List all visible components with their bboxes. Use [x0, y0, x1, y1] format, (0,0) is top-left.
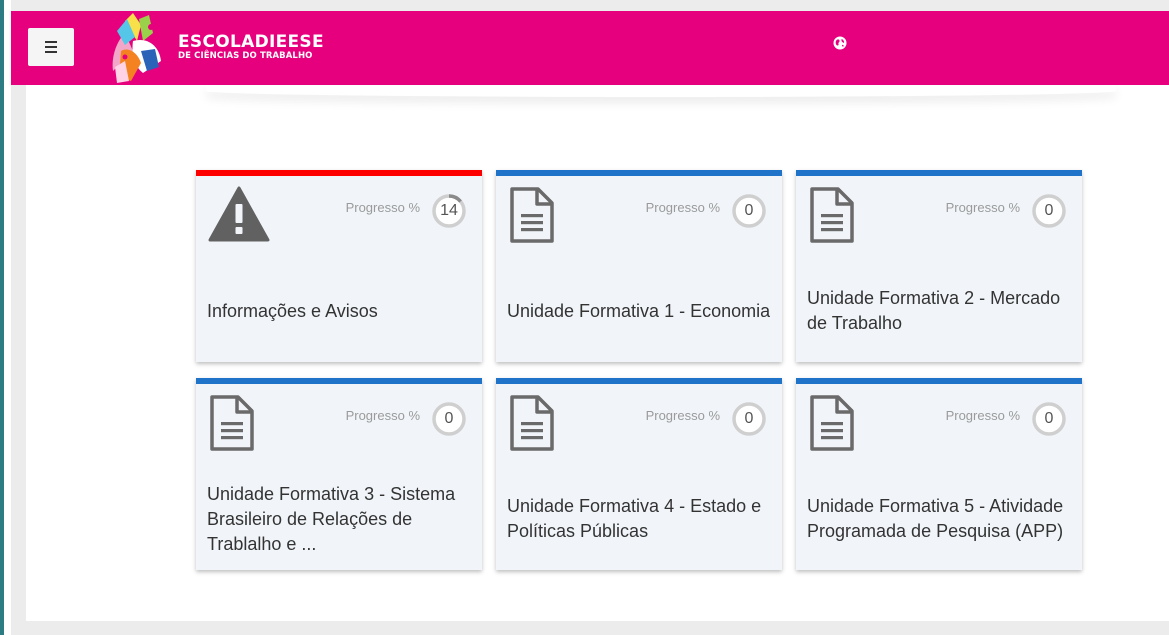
- progress-label: Progresso %: [345, 408, 420, 423]
- card-accent-line: [196, 170, 482, 176]
- card-title[interactable]: Unidade Formativa 5 - Atividade Programa…: [807, 474, 1074, 564]
- document-icon: [508, 394, 556, 457]
- progress-label: Progresso %: [645, 408, 720, 423]
- course-card[interactable]: Progresso % 0 Unidade Formativa 5 - Ativ…: [796, 378, 1082, 570]
- card-accent-line: [496, 170, 782, 176]
- course-card[interactable]: Progresso % 14 Informações e Avisos: [196, 170, 482, 362]
- progress-value: 0: [1044, 410, 1054, 427]
- card-accent-line: [796, 170, 1082, 176]
- menu-button[interactable]: [28, 28, 74, 66]
- card-accent-line: [796, 378, 1082, 384]
- document-icon: [208, 394, 256, 457]
- progress-label: Progresso %: [345, 200, 420, 215]
- left-border: [0, 0, 11, 635]
- card-title[interactable]: Unidade Formativa 1 - Economia: [507, 266, 774, 356]
- course-card[interactable]: Progresso % 0 Unidade Formativa 3 - Sist…: [196, 378, 482, 570]
- brand-main: ESCOLADIEESE: [178, 32, 324, 52]
- top-bar: ESCOLADIEESE DE CIÊNCIAS DO TRABALHO: [11, 11, 1169, 85]
- globe-icon[interactable]: [833, 36, 847, 50]
- document-icon: [808, 186, 856, 249]
- course-card[interactable]: Progresso % 0 Unidade Formativa 2 - Merc…: [796, 170, 1082, 362]
- progress-value: 0: [444, 410, 454, 427]
- card-title[interactable]: Unidade Formativa 2 - Mercado de Trabalh…: [807, 266, 1074, 356]
- progress-value: 0: [1044, 202, 1054, 219]
- progress-label: Progresso %: [645, 200, 720, 215]
- menu-icon: [45, 41, 57, 43]
- course-card[interactable]: Progresso % 0 Unidade Formativa 4 - Esta…: [496, 378, 782, 570]
- progress-value: 14: [440, 202, 458, 219]
- card-accent-line: [496, 378, 782, 384]
- card-title[interactable]: Unidade Formativa 4 - Estado e Políticas…: [507, 474, 774, 564]
- brand[interactable]: ESCOLADIEESE DE CIÊNCIAS DO TRABALHO: [178, 33, 324, 61]
- progress-value: 0: [744, 202, 754, 219]
- card-title[interactable]: Informações e Avisos: [207, 266, 474, 356]
- logo-hands-icon: [112, 13, 161, 83]
- document-icon: [808, 394, 856, 457]
- card-accent-line: [196, 378, 482, 384]
- progress-label: Progresso %: [945, 200, 1020, 215]
- warning-icon: [208, 186, 270, 247]
- progress-label: Progresso %: [945, 408, 1020, 423]
- document-icon: [508, 186, 556, 249]
- course-card[interactable]: Progresso % 0 Unidade Formativa 1 - Econ…: [496, 170, 782, 362]
- brand-sub: DE CIÊNCIAS DO TRABALHO: [178, 51, 313, 61]
- card-title[interactable]: Unidade Formativa 3 - Sistema Brasileiro…: [207, 474, 474, 564]
- progress-value: 0: [744, 410, 754, 427]
